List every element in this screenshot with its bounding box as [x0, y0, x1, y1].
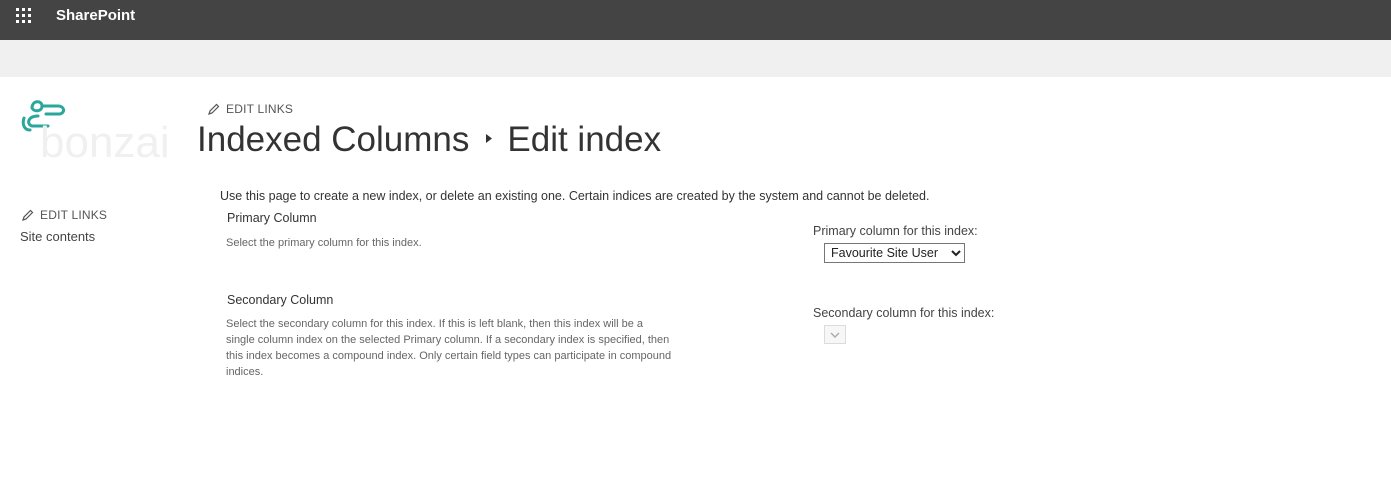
edit-links-label: EDIT LINKS [226, 101, 294, 116]
edit-links-label: EDIT LINKS [40, 207, 108, 222]
page-title: Indexed Columns Edit index [197, 120, 661, 160]
primary-column-description: Select the primary column for this index… [226, 237, 422, 249]
primary-column-label: Primary column for this index: [813, 224, 978, 238]
breadcrumb-arrow-icon [486, 133, 493, 146]
nav-site-contents[interactable]: Site contents [20, 229, 95, 244]
description-line: Select the secondary column for this ind… [226, 318, 643, 330]
pencil-icon [22, 209, 34, 221]
description-line: indices. [226, 366, 264, 378]
logo-wordmark: bonzai [40, 118, 170, 162]
breadcrumb-parent-link[interactable]: Indexed Columns [197, 120, 469, 159]
app-launcher-icon[interactable] [8, 0, 40, 32]
edit-links-top[interactable]: EDIT LINKS [208, 101, 293, 116]
ribbon-bar [0, 40, 1391, 77]
description-line: single column index on the selected Prim… [226, 334, 670, 346]
edit-links-nav[interactable]: EDIT LINKS [22, 207, 107, 222]
secondary-column-label: Secondary column for this index: [813, 306, 995, 320]
chevron-down-icon [830, 332, 840, 338]
pencil-icon [208, 103, 220, 115]
page-description: Use this page to create a new index, or … [220, 189, 930, 203]
primary-column-select[interactable]: Favourite Site User [824, 243, 965, 263]
primary-column-section-title: Primary Column [227, 211, 317, 225]
secondary-column-select[interactable] [824, 325, 846, 344]
breadcrumb-current: Edit index [507, 120, 662, 159]
description-line: this index becomes a compound index. Onl… [226, 350, 672, 362]
suite-bar: SharePoint [0, 0, 1391, 40]
secondary-column-section-title: Secondary Column [227, 293, 334, 307]
secondary-column-description: Select the secondary column for this ind… [226, 316, 671, 380]
site-logo[interactable]: bonzai [18, 94, 180, 167]
app-name-link[interactable]: SharePoint [56, 7, 135, 24]
